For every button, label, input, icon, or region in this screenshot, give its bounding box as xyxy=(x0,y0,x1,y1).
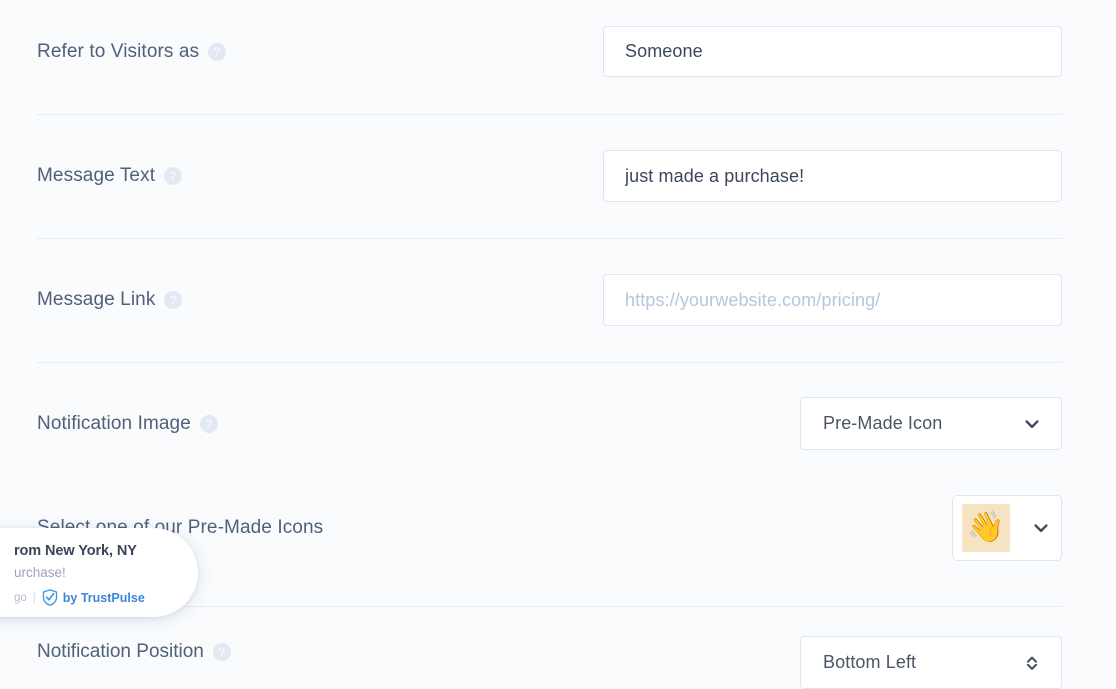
field-label-refer-to-visitors: Refer to Visitors as xyxy=(37,41,226,63)
help-icon[interactable] xyxy=(164,291,182,309)
chevron-updown-icon xyxy=(1023,654,1041,672)
notification-preview-separator: | xyxy=(33,592,36,604)
field-label-text: Message Link xyxy=(37,289,155,311)
field-label-text: Refer to Visitors as xyxy=(37,41,199,63)
refer-to-visitors-input[interactable] xyxy=(603,26,1062,77)
notification-preview-time: go xyxy=(14,592,27,604)
form-row-message-link: Message Link xyxy=(37,274,1062,326)
field-label-text: Message Text xyxy=(37,165,155,187)
premade-icon-picker[interactable]: 👋 xyxy=(952,495,1062,561)
message-text-input[interactable] xyxy=(603,150,1062,202)
divider xyxy=(37,362,1062,363)
help-icon[interactable] xyxy=(164,167,182,185)
field-label-notification-position: Notification Position xyxy=(37,641,231,663)
help-icon[interactable] xyxy=(208,43,226,61)
notification-preview-title: rom New York, NY xyxy=(14,542,176,561)
field-label-message-link: Message Link xyxy=(37,289,182,311)
notification-preview-message: urchase! xyxy=(14,564,176,582)
field-label-text: Notification Image xyxy=(37,413,191,435)
trustpulse-shield-check-icon xyxy=(42,589,58,606)
notification-image-select[interactable]: Pre-Made Icon xyxy=(800,397,1062,450)
field-label-notification-image: Notification Image xyxy=(37,413,218,435)
field-label-message-text: Message Text xyxy=(37,165,182,187)
notification-preview-brand: by TrustPulse xyxy=(63,591,145,605)
divider xyxy=(37,606,1062,607)
notification-settings-panel: Refer to Visitors as Message Text Messag… xyxy=(0,0,1116,656)
field-label-text: Notification Position xyxy=(37,641,204,663)
chevron-down-icon xyxy=(1023,415,1041,433)
notification-position-value: Bottom Left xyxy=(823,652,916,673)
form-row-message-text: Message Text xyxy=(37,150,1062,202)
form-row-refer-to-visitors: Refer to Visitors as xyxy=(37,26,1062,77)
notification-preview-popup[interactable]: rom New York, NY urchase! go | by TrustP… xyxy=(0,528,198,617)
notification-preview-footer: go | by TrustPulse xyxy=(14,589,176,606)
message-link-input[interactable] xyxy=(603,274,1062,326)
help-icon[interactable] xyxy=(200,415,218,433)
divider xyxy=(37,238,1062,239)
notification-position-select[interactable]: Bottom Left xyxy=(800,636,1062,689)
divider xyxy=(37,114,1062,115)
help-icon[interactable] xyxy=(213,643,231,661)
chevron-down-icon xyxy=(1032,519,1050,537)
notification-image-value: Pre-Made Icon xyxy=(823,413,942,434)
form-row-notification-image: Notification Image Pre-Made Icon xyxy=(37,397,1062,450)
waving-hand-icon: 👋 xyxy=(962,504,1010,552)
